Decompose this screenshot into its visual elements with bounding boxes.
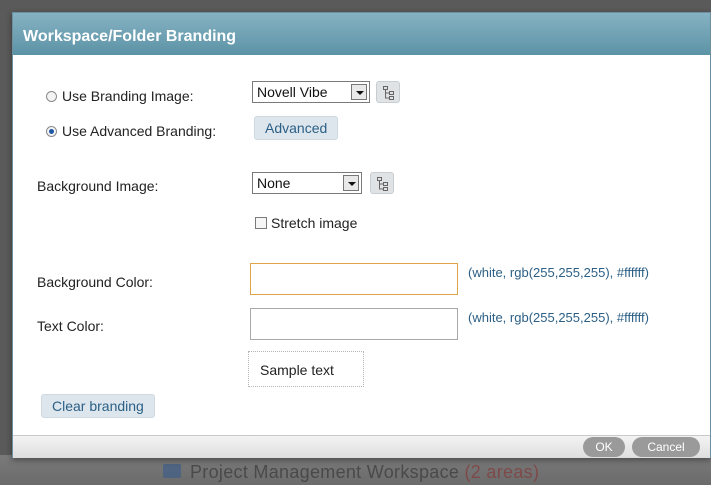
branding-dialog: Workspace/Folder Branding Use Branding I… — [12, 12, 711, 458]
background-color-label: Background Color: — [37, 274, 153, 290]
tree-icon — [383, 86, 394, 100]
clear-branding-button[interactable]: Clear branding — [41, 394, 155, 418]
branding-image-select[interactable]: Novell Vibe — [252, 81, 370, 103]
background-image-select[interactable]: None — [252, 172, 362, 194]
stretch-image-label: Stretch image — [271, 215, 358, 231]
background-workspace-badge: (2 areas) — [464, 462, 540, 482]
text-color-hint: (white, rgb(255,255,255), #ffffff) — [468, 310, 649, 325]
chevron-down-icon[interactable] — [351, 84, 367, 100]
background-workspace-title: Project Management Workspace (2 areas) — [190, 462, 539, 483]
text-color-label: Text Color: — [37, 318, 104, 334]
background-workspace-name: Project Management Workspace — [190, 462, 460, 482]
background-image-label: Background Image: — [37, 178, 159, 194]
tree-icon — [377, 177, 388, 191]
dialog-title[interactable]: Workspace/Folder Branding — [13, 13, 710, 55]
branding-image-selected: Novell Vibe — [257, 84, 328, 100]
branding-image-radio[interactable] — [46, 91, 57, 102]
advanced-button[interactable]: Advanced — [254, 116, 339, 140]
ok-button[interactable]: OK — [583, 437, 625, 457]
background-color-input[interactable] — [250, 263, 458, 295]
stretch-image-option[interactable]: Stretch image — [255, 215, 357, 231]
text-color-input[interactable] — [250, 308, 458, 340]
advanced-branding-label: Use Advanced Branding: — [62, 123, 217, 139]
browse-branding-image-button[interactable] — [376, 81, 400, 103]
background-image-selected: None — [257, 175, 291, 191]
branding-image-label: Use Branding Image: — [62, 88, 194, 104]
browse-background-image-button[interactable] — [370, 172, 394, 194]
advanced-branding-radio[interactable] — [46, 126, 57, 137]
cancel-button[interactable]: Cancel — [632, 437, 700, 457]
branding-image-option[interactable]: Use Branding Image: — [46, 88, 194, 104]
advanced-branding-option[interactable]: Use Advanced Branding: — [46, 123, 216, 139]
workspace-icon — [163, 464, 181, 478]
sample-text-preview: Sample text — [248, 351, 364, 387]
stretch-image-checkbox[interactable] — [255, 217, 267, 229]
background-color-hint: (white, rgb(255,255,255), #ffffff) — [468, 265, 649, 280]
chevron-down-icon[interactable] — [343, 175, 359, 191]
